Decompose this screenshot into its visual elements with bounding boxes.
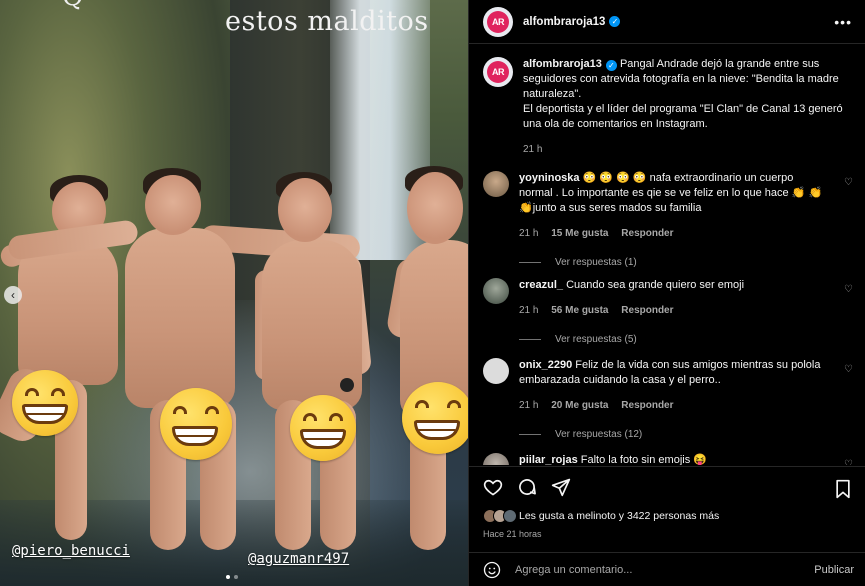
grinning-emoji-4 [402,382,468,454]
comment-avatar[interactable] [483,278,509,304]
overlay-text: estos malditos [225,6,429,37]
comment-username[interactable]: onix_2290 [519,359,572,371]
verified-badge-icon: ✓ [605,60,617,71]
caption-time: 21 h [523,144,543,155]
add-comment-bar: Agrega un comentario... Publicar [469,552,865,586]
comment-text: Falto la foto sin emojis 😝 [580,454,707,465]
comment-avatar[interactable] [483,171,509,197]
comment-time: 21 h [519,400,539,411]
share-send-icon[interactable] [551,477,571,497]
like-heart-icon[interactable] [483,477,503,497]
carousel-prev-button[interactable]: ‹ [4,286,22,304]
comment-avatar[interactable] [483,358,509,384]
comment-username[interactable]: piilar_rojas [519,454,578,465]
grinning-emoji-2 [160,388,232,460]
comment-bubble-icon[interactable] [517,477,537,497]
comment-likes[interactable]: 20 Me gusta [551,400,608,411]
emoji-smiley-icon[interactable] [483,561,501,579]
caption-username[interactable]: alfombraroja13 [523,58,602,70]
profile-avatar[interactable]: AR [483,6,513,37]
post-header: AR alfombraroja13 ✓ ••• [469,0,865,44]
post-timestamp: Hace 21 horas [483,529,542,539]
post-photo[interactable]: Q estos malditos [0,0,468,586]
overlay-partial-text: Q [62,0,83,12]
comment-username[interactable]: creazul_ [519,279,563,291]
instagram-post: Q estos malditos [0,0,865,586]
caption-text-2: El deportista y el líder del programa "E… [523,103,843,130]
reply-button[interactable]: Responder [621,305,673,316]
comment-text: Cuando sea grande quiero ser emoji [566,279,745,291]
grinning-emoji-3 [290,395,356,461]
grinning-emoji-1 [12,370,78,436]
avatar-logo: AR [487,10,509,33]
view-replies[interactable]: Ver respuestas (12) [519,427,829,442]
like-comment-heart-icon[interactable]: ♡ [844,177,853,188]
save-bookmark-icon[interactable] [834,479,852,499]
publish-button[interactable]: Publicar [814,564,854,576]
action-bar [469,466,865,506]
comment-avatar[interactable] [483,453,509,465]
comment-username[interactable]: yoyninoska [519,172,580,184]
comment: piilar_rojas Falto la foto sin emojis 😝 … [483,453,853,465]
likes-text[interactable]: Les gusta a melinoto y 3422 personas más [519,510,719,522]
comment-likes[interactable]: 15 Me gusta [551,228,608,239]
caption-avatar[interactable]: AR [483,57,513,87]
post-details-panel: AR alfombraroja13 ✓ ••• AR alfombraroja1… [468,0,865,586]
comment-time: 21 h [519,305,539,316]
carousel-dots [226,575,238,579]
user-tag-piero[interactable]: @piero_benucci [12,543,130,559]
like-comment-heart-icon[interactable]: ♡ [844,459,853,465]
view-replies[interactable]: Ver respuestas (1) [519,255,829,270]
carousel-dot [234,575,238,579]
likes-summary[interactable]: Les gusta a melinoto y 3422 personas más [483,509,719,523]
post-caption: AR alfombraroja13 ✓ Pangal Andrade dejó l… [483,57,853,157]
reply-button[interactable]: Responder [621,400,673,411]
comment-likes[interactable]: 56 Me gusta [551,305,608,316]
like-comment-heart-icon[interactable]: ♡ [844,284,853,295]
header-username[interactable]: alfombraroja13 [523,16,605,28]
liker-avatars [483,509,517,523]
comments-list[interactable]: AR alfombraroja13 ✓ Pangal Andrade dejó l… [469,45,865,465]
user-tag-aguzmanr[interactable]: @aguzmanr497 [248,551,349,567]
carousel-dot-active [226,575,230,579]
comment: creazul_ Cuando sea grande quiero ser em… [483,278,853,347]
caption-meta: 21 h [523,142,848,157]
view-replies[interactable]: Ver respuestas (5) [519,332,829,347]
comment-time: 21 h [519,228,539,239]
comment: yoyninoska 😳 😳 😳 😳 nafa extraordinario u… [483,171,853,270]
comment: onix_2290 Feliz de la vida con sus amigo… [483,358,853,442]
verified-badge-icon: ✓ [609,16,621,27]
comment-input[interactable]: Agrega un comentario... [515,564,632,576]
reply-button[interactable]: Responder [621,228,673,239]
more-options-icon[interactable]: ••• [834,14,852,30]
like-comment-heart-icon[interactable]: ♡ [844,364,853,375]
